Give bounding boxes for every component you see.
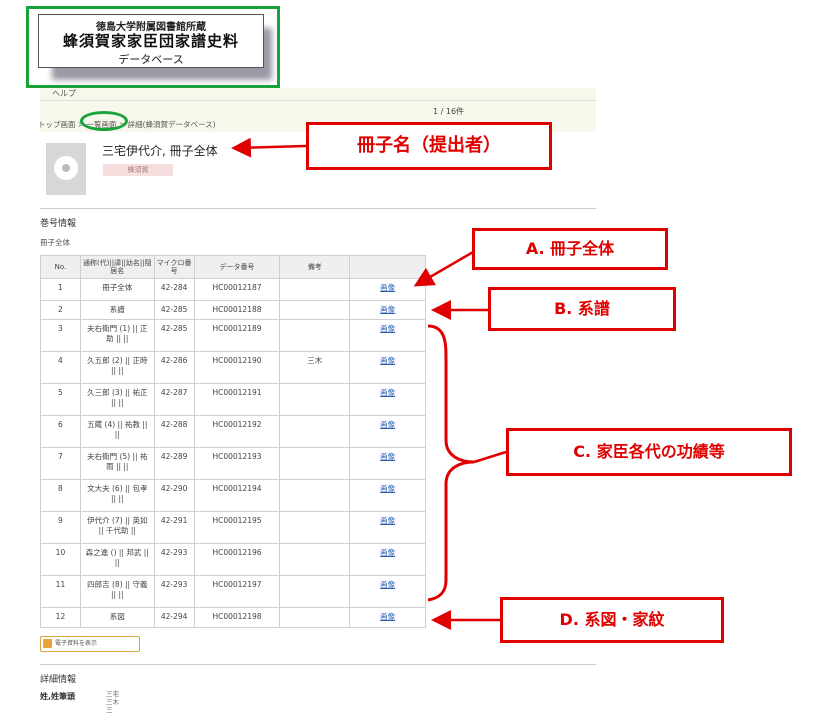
annotation-callout-c: C. 家臣各代の功績等: [506, 428, 792, 476]
annotation-arrow-a: [413, 246, 481, 287]
annotation-bracket-c: [427, 324, 475, 602]
annotation-arrow-c: [473, 450, 507, 464]
annotation-callout-d: D. 系図・家紋: [500, 597, 724, 643]
annotation-callout-b: B. 系譜: [488, 287, 676, 331]
annotation-callout-title: 冊子名（提出者）: [306, 122, 552, 170]
annotation-callout-a: A. 冊子全体: [472, 228, 668, 270]
annotation-arrow-title: [231, 137, 307, 158]
